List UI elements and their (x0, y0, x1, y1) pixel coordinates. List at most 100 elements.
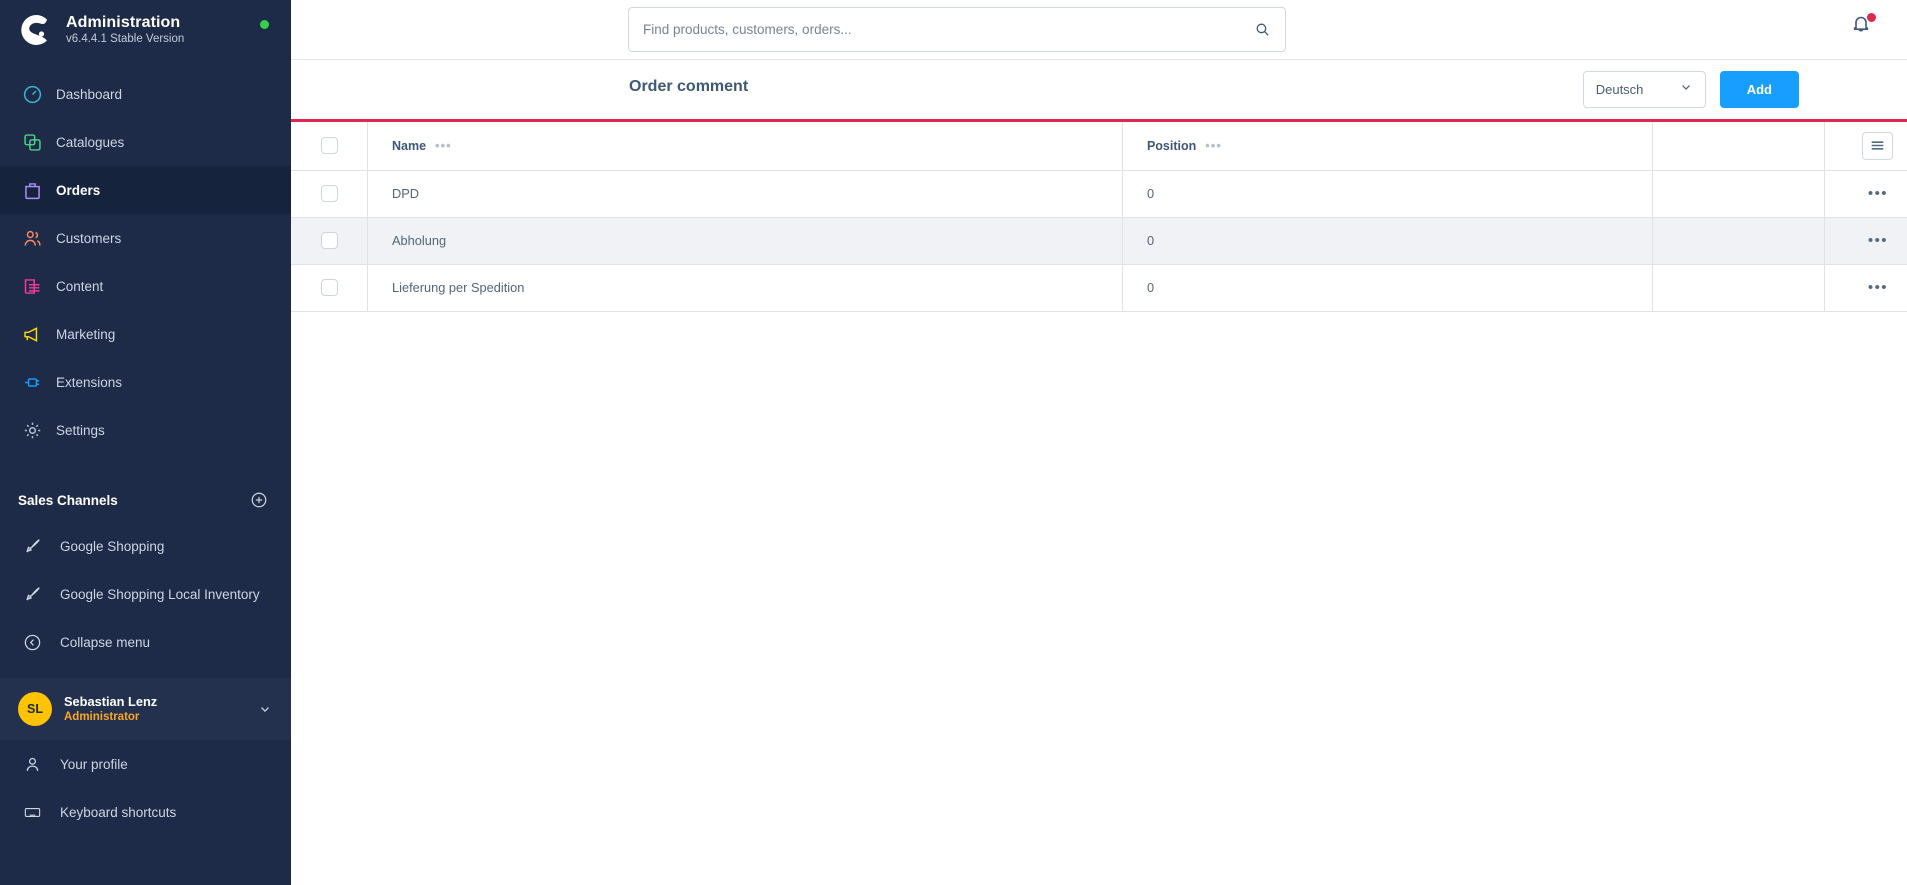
chevron-down-icon[interactable] (257, 701, 273, 717)
settings-gear-icon (18, 416, 46, 444)
table-row[interactable]: Lieferung per Spedition 0 ••• (291, 264, 1907, 312)
dashboard-icon (18, 80, 46, 108)
cell-name: Lieferung per Spedition (367, 264, 1123, 312)
sidebar-item-google-shopping-local-inventory[interactable]: Google Shopping Local Inventory (0, 570, 291, 618)
shopware-logo-icon (14, 9, 56, 51)
chevron-left-circle-icon (18, 628, 46, 656)
notifications-button[interactable] (1849, 12, 1877, 40)
sidebar-item-marketing[interactable]: Marketing (0, 310, 291, 358)
cell-blank (1652, 264, 1825, 312)
chevron-down-icon (1679, 80, 1693, 99)
main-navigation: Dashboard Catalogues Orders Customers Co… (0, 70, 291, 454)
search-input[interactable] (643, 22, 1253, 37)
rocket-icon (18, 532, 46, 560)
column-header-position[interactable]: Position ••• (1121, 122, 1653, 171)
sidebar-item-label: Orders (56, 182, 101, 198)
user-name: Sebastian Lenz (64, 693, 158, 709)
sidebar-item-your-profile[interactable]: Your profile (0, 740, 291, 788)
main-area: Order comment Deutsch Add (291, 0, 1907, 885)
column-header-label: Name (392, 138, 427, 153)
row-checkbox[interactable] (320, 185, 338, 202)
user-icon (18, 750, 46, 778)
orders-icon (18, 176, 46, 204)
column-menu-dots-icon[interactable]: ••• (435, 138, 452, 153)
row-select-cell (291, 217, 368, 265)
row-actions-cell: ••• (1823, 264, 1907, 312)
add-button[interactable]: Add (1719, 71, 1799, 108)
plus-circle-icon[interactable] (249, 490, 269, 510)
top-bar (291, 0, 1907, 60)
select-all-header (291, 122, 368, 171)
sidebar-item-label: Content (56, 278, 104, 294)
sales-channels-header: Sales Channels (0, 478, 291, 522)
sidebar-item-label: Settings (56, 422, 105, 438)
sidebar-item-label: Dashboard (56, 86, 123, 102)
column-header-actions (1823, 122, 1907, 171)
brand-header[interactable]: Administration v6.4.4.1 Stable Version (0, 0, 291, 60)
row-actions-cell: ••• (1823, 217, 1907, 265)
data-grid: Name ••• Position ••• DPD 0 ••• Abholung… (291, 122, 1907, 885)
table-header-row: Name ••• Position ••• (291, 122, 1907, 171)
order-comment-table: Name ••• Position ••• DPD 0 ••• Abholung… (291, 122, 1907, 312)
avatar: SL (18, 692, 52, 726)
sidebar-item-google-shopping[interactable]: Google Shopping (0, 522, 291, 570)
search-icon[interactable] (1253, 21, 1271, 39)
sidebar-item-dashboard[interactable]: Dashboard (0, 70, 291, 118)
sidebar-item-extensions[interactable]: Extensions (0, 358, 291, 406)
sidebar-item-catalogues[interactable]: Catalogues (0, 118, 291, 166)
sales-channels-title: Sales Channels (18, 492, 118, 508)
row-checkbox[interactable] (320, 279, 338, 296)
keyboard-icon (18, 798, 46, 826)
sidebar-item-label: Google Shopping (60, 538, 165, 554)
sidebar-item-label: Customers (56, 230, 122, 246)
cell-position: 0 (1121, 264, 1653, 312)
extensions-icon (18, 368, 46, 396)
notification-badge-dot (1867, 13, 1876, 22)
collapse-menu-button[interactable]: Collapse menu (0, 618, 291, 666)
sidebar-item-content[interactable]: Content (0, 262, 291, 310)
page-header: Order comment Deutsch Add (291, 60, 1907, 119)
context-menu-dots-icon[interactable]: ••• (1849, 232, 1907, 249)
list-settings-icon[interactable] (1862, 131, 1894, 160)
column-header-blank (1652, 122, 1825, 171)
select-all-checkbox[interactable] (320, 137, 338, 155)
sidebar-item-label: Extensions (56, 374, 123, 390)
column-header-name[interactable]: Name ••• (367, 122, 1123, 171)
sidebar-item-keyboard-shortcuts[interactable]: Keyboard shortcuts (0, 788, 291, 836)
sidebar-item-label: Marketing (56, 326, 116, 342)
row-select-cell (291, 170, 368, 218)
global-search (628, 7, 1286, 52)
brand-title: Administration (66, 13, 181, 31)
page-title: Order comment (629, 78, 749, 95)
cell-blank (1652, 170, 1825, 218)
sidebar-item-label: Your profile (60, 756, 128, 772)
catalogues-icon (18, 128, 46, 156)
sidebar-item-label: Keyboard shortcuts (60, 804, 177, 820)
sidebar-item-label: Google Shopping Local Inventory (60, 586, 260, 602)
customers-icon (18, 224, 46, 252)
cell-position: 0 (1121, 217, 1653, 265)
cell-blank (1652, 217, 1825, 265)
app-root: Administration v6.4.4.1 Stable Version D… (0, 0, 1907, 885)
user-menu[interactable]: SL Sebastian Lenz Administrator (0, 678, 291, 740)
language-select[interactable]: Deutsch (1582, 71, 1706, 108)
cell-name: Abholung (367, 217, 1123, 265)
table-row[interactable]: Abholung 0 ••• (291, 217, 1907, 265)
sidebar-item-settings[interactable]: Settings (0, 406, 291, 454)
table-row[interactable]: DPD 0 ••• (291, 170, 1907, 218)
search-box[interactable] (628, 7, 1286, 52)
sidebar: Administration v6.4.4.1 Stable Version D… (0, 0, 291, 885)
context-menu-dots-icon[interactable]: ••• (1849, 185, 1907, 202)
language-select-value: Deutsch (1595, 82, 1644, 97)
column-menu-dots-icon[interactable]: ••• (1205, 138, 1222, 153)
table-body: DPD 0 ••• Abholung 0 ••• Lieferung per S… (291, 170, 1907, 312)
sidebar-item-customers[interactable]: Customers (0, 214, 291, 262)
user-role: Administrator (64, 710, 140, 723)
sidebar-item-orders[interactable]: Orders (0, 166, 291, 214)
context-menu-dots-icon[interactable]: ••• (1849, 279, 1907, 296)
row-checkbox[interactable] (320, 232, 338, 249)
column-header-label: Position (1146, 138, 1197, 153)
row-actions-cell: ••• (1823, 170, 1907, 218)
rocket-icon (18, 580, 46, 608)
marketing-icon (18, 320, 46, 348)
